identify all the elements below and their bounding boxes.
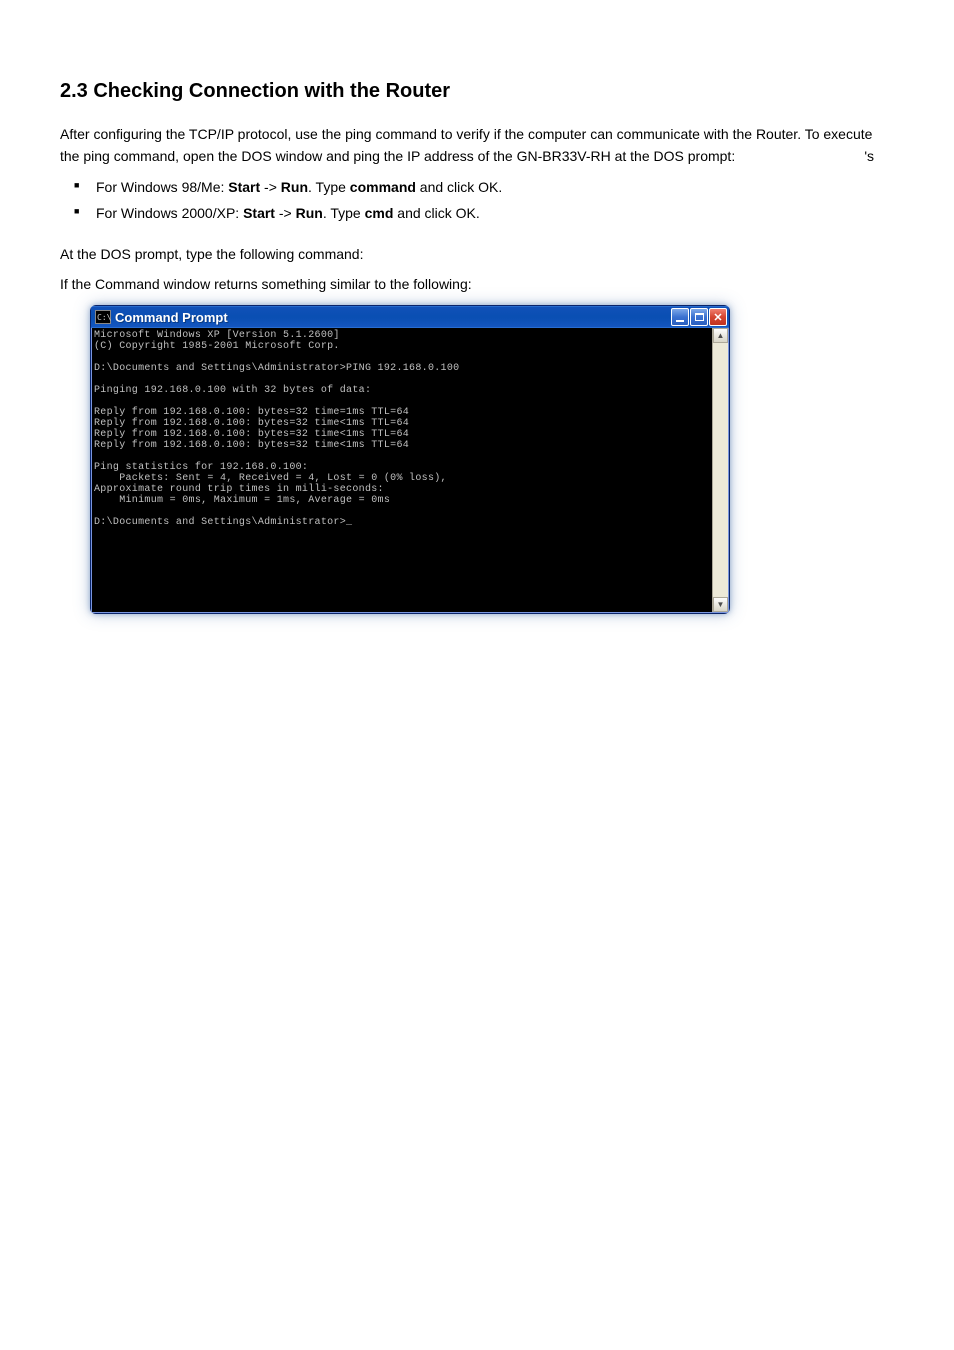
command-prompt-window: C:\ Command Prompt ✕ Microsoft Windows X…: [90, 305, 730, 614]
para-text: After configuring the TCP/IP protocol, u…: [60, 126, 872, 164]
scrollbar[interactable]: ▲ ▼: [712, 328, 728, 612]
scroll-up-button[interactable]: ▲: [713, 328, 728, 343]
paragraph-intro: After configuring the TCP/IP protocol, u…: [60, 123, 894, 168]
paragraph-prompt: At the DOS prompt, type the following co…: [60, 243, 894, 265]
bullet-item-win98: For Windows 98/Me: Start -> Run. Type co…: [74, 176, 894, 198]
maximize-icon: [695, 313, 704, 321]
window-title: Command Prompt: [115, 310, 671, 325]
bullet-item-winxp: For Windows 2000/XP: Start -> Run. Type …: [74, 202, 894, 224]
scroll-track[interactable]: [713, 343, 728, 597]
close-button[interactable]: ✕: [709, 308, 727, 326]
minimize-icon: [676, 320, 684, 322]
bullet-list: For Windows 98/Me: Start -> Run. Type co…: [60, 176, 894, 225]
bullet-strong: Run: [281, 179, 308, 195]
section-heading: 2.3 Checking Connection with the Router: [60, 80, 894, 103]
bullet-prefix: For Windows 98/Me:: [96, 179, 228, 195]
stray-apostrophe-s: 's: [864, 145, 874, 167]
bullet-strong: cmd: [365, 205, 394, 221]
bullet-strong: command: [350, 179, 416, 195]
terminal-output[interactable]: Microsoft Windows XP [Version 5.1.2600] …: [92, 328, 712, 612]
cmd-icon: C:\: [95, 310, 111, 324]
bullet-prefix: For Windows 2000/XP:: [96, 205, 243, 221]
window-controls: ✕: [671, 308, 727, 326]
bullet-strong: Start: [228, 179, 260, 195]
paragraph-result: If the Command window returns something …: [60, 273, 894, 295]
cmd-client-area: Microsoft Windows XP [Version 5.1.2600] …: [91, 328, 729, 613]
minimize-button[interactable]: [671, 308, 689, 326]
maximize-button[interactable]: [690, 308, 708, 326]
bullet-strong: Start: [243, 205, 275, 221]
document-body: 2.3 Checking Connection with the Router …: [60, 80, 894, 614]
scroll-down-button[interactable]: ▼: [713, 597, 728, 612]
close-icon: ✕: [713, 311, 722, 324]
titlebar[interactable]: C:\ Command Prompt ✕: [91, 306, 729, 328]
bullet-strong: Run: [296, 205, 323, 221]
